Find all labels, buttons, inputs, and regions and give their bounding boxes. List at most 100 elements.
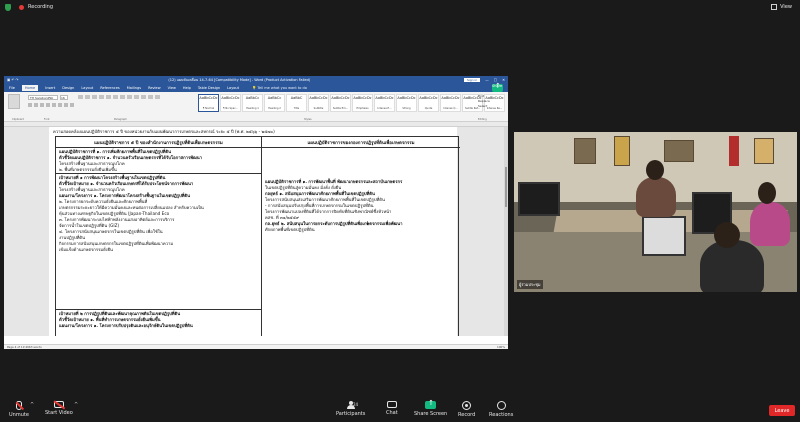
wall-decoration <box>754 138 774 164</box>
doc-heading-line: ความสอดคล้องแผนปฏิบัติราชการ ๕ ปี ของหน่… <box>53 129 275 134</box>
view-button[interactable]: View <box>771 4 800 10</box>
ribbon-tab-table-design[interactable]: Table Design <box>198 86 220 90</box>
text-cursor-icon: I <box>367 221 369 227</box>
laptop <box>642 216 686 256</box>
word-status-bar: Page 4 of 19 4063 words 100% <box>4 344 508 349</box>
start-video-label: Start Video <box>45 410 73 416</box>
style-preview: AaBbCcDc <box>353 96 372 100</box>
style-name: Heading 1 <box>246 107 259 110</box>
ribbon-tab-mailings[interactable]: Mailings <box>127 86 141 90</box>
scrollbar-thumb[interactable] <box>505 167 507 207</box>
paste-button[interactable] <box>8 94 20 109</box>
left-block-2: เป้าหมายที่ ๑ การพัฒนาโครงสร้างพื้นฐานใน… <box>59 175 204 253</box>
vertical-scrollbar[interactable] <box>504 127 508 336</box>
view-label: View <box>780 4 792 10</box>
leave-button[interactable]: Leave <box>769 405 795 416</box>
flag <box>729 136 739 166</box>
group-label: Styles <box>304 118 312 121</box>
participants-label: Participants <box>336 411 366 417</box>
unmute-button[interactable]: Unmute <box>9 401 29 418</box>
style-name: Emphasis <box>356 107 369 110</box>
document-page[interactable]: ความสอดคล้องแผนปฏิบัติราชการ ๕ ปี ของหน่… <box>49 127 460 336</box>
style-item[interactable]: AaBbCcDc Subtitle <box>308 94 329 112</box>
style-preview: AaBbCcDc <box>309 96 328 100</box>
autosave-label: ▣ ↶ ↷ <box>7 78 19 82</box>
style-preview: AaBbCc <box>245 96 260 100</box>
video-options-caret-icon[interactable]: ^ <box>74 402 78 408</box>
style-item[interactable]: AaBbCcDc ¶ Normal <box>198 94 219 112</box>
shared-word-window: ▣ ↶ ↷ (12) แผนขับเคลื่อน 14-7-64 [Compat… <box>4 76 508 349</box>
recording-label: Recording <box>28 4 54 10</box>
share-screen-button[interactable]: Share Screen <box>414 399 448 417</box>
minimize-icon[interactable]: — <box>485 78 489 82</box>
right-block: แผนปฏิบัติราชการที่ ๑. การพัฒนาพื้นที่ พ… <box>265 179 403 233</box>
style-item[interactable]: AaBbCcDc Strong <box>396 94 417 112</box>
left-block-3: เป้าหมายที่ ๒ การปฏิรูปที่ดินและพัฒนาคุณ… <box>59 311 193 329</box>
ribbon-tab-help[interactable]: Help <box>183 86 191 90</box>
font-format-buttons[interactable] <box>28 103 74 107</box>
ribbon-tab-home[interactable]: Home <box>21 85 39 91</box>
ribbon-tab-layout[interactable]: Layout <box>227 86 239 90</box>
ribbon-tab-design[interactable]: Design <box>62 86 74 90</box>
ribbon: TH SarabunPSK 16 AaBbCcDc ¶ Normal AaBbCcD… <box>4 92 508 122</box>
share-button[interactable]: Share <box>492 82 503 92</box>
participant-video[interactable]: ผู้ร่วมประชุม <box>514 132 797 292</box>
style-item[interactable]: AaBbCcDc Quote <box>418 94 439 112</box>
encryption-shield-icon[interactable] <box>5 3 11 11</box>
style-preview: AaBbCcDc <box>375 96 394 100</box>
style-item[interactable]: AaBbC Title <box>286 94 307 112</box>
unmute-label: Unmute <box>9 412 29 418</box>
page-count: Page 4 of 19 4063 words <box>7 345 42 349</box>
tell-me-search[interactable]: 💡 Tell me what you want to do <box>252 86 307 90</box>
style-item[interactable]: AaBbCcDc Intense Q... <box>440 94 461 112</box>
style-item[interactable]: AaBbCcDc Subtle Em... <box>330 94 351 112</box>
style-name: Heading 2 <box>268 107 281 110</box>
style-name: Subtitle <box>313 107 324 110</box>
zoom-level[interactable]: 100% <box>497 345 505 349</box>
paragraph-buttons[interactable] <box>78 95 160 99</box>
ribbon-tab-view[interactable]: View <box>168 86 176 90</box>
style-item[interactable]: AaBbCcDc ¶ No Spac... <box>220 94 241 112</box>
reactions-label: Reactions <box>489 412 514 418</box>
record-button[interactable]: Record <box>458 401 475 418</box>
row-divider <box>56 309 261 310</box>
chat-button[interactable]: Chat <box>386 401 398 416</box>
style-name: Intense Q... <box>443 107 458 110</box>
ribbon-tab-references[interactable]: References <box>100 86 119 90</box>
participants-button[interactable]: Participants <box>336 401 365 417</box>
font-name-select[interactable]: TH SarabunPSK <box>28 95 58 100</box>
style-name: Intense E... <box>377 107 392 110</box>
zoom-top-bar: Recording View <box>0 0 800 14</box>
sign-in-button[interactable]: Sign in <box>464 78 481 82</box>
audio-options-caret-icon[interactable]: ^ <box>30 402 34 408</box>
start-video-button[interactable]: Start Video <box>45 401 73 416</box>
ribbon-tab-insert[interactable]: Insert <box>45 86 55 90</box>
participant-head <box>714 222 740 248</box>
style-item[interactable]: AaBbCcDc Emphasis <box>352 94 373 112</box>
wall-portrait <box>574 138 596 164</box>
ribbon-tab-review[interactable]: Review <box>148 86 161 90</box>
ribbon-tab-layout[interactable]: Layout <box>81 86 93 90</box>
ribbon-tabs: File Home Insert Design Layout References Mail… <box>4 82 508 92</box>
group-label: Font <box>44 118 50 121</box>
style-item[interactable]: AaBbCcDc Intense E... <box>374 94 395 112</box>
style-preview: AaBbC <box>290 96 303 100</box>
group-label: Paragraph <box>114 118 127 121</box>
record-icon <box>462 401 472 410</box>
editing-select[interactable]: Select <box>478 104 490 109</box>
participant-person <box>750 202 790 246</box>
reactions-button[interactable]: Reactions <box>489 401 513 418</box>
style-preview: AaBbCcDc <box>397 96 416 100</box>
style-item[interactable]: AaBbCc Heading 2 <box>264 94 285 112</box>
share-screen-label: Share Screen <box>414 411 448 417</box>
style-name: Strong <box>402 107 411 110</box>
font-size-select[interactable]: 16 <box>60 95 68 100</box>
wall-portrait <box>664 140 694 162</box>
style-item[interactable]: AaBbCc Heading 1 <box>242 94 263 112</box>
group-label: Clipboard <box>12 118 24 121</box>
word-title-bar: ▣ ↶ ↷ (12) แผนขับเคลื่อน 14-7-64 [Compat… <box>4 76 508 84</box>
meeting-controls: Unmute ^ Start Video ^ Participants 24 C… <box>0 398 800 422</box>
ribbon-tab-file[interactable]: File <box>9 86 15 90</box>
table-header-right: แผนปฏิบัติราชการของกองการปฏิรูปที่ดินเพื… <box>262 137 460 148</box>
close-icon[interactable]: ✕ <box>502 78 505 82</box>
